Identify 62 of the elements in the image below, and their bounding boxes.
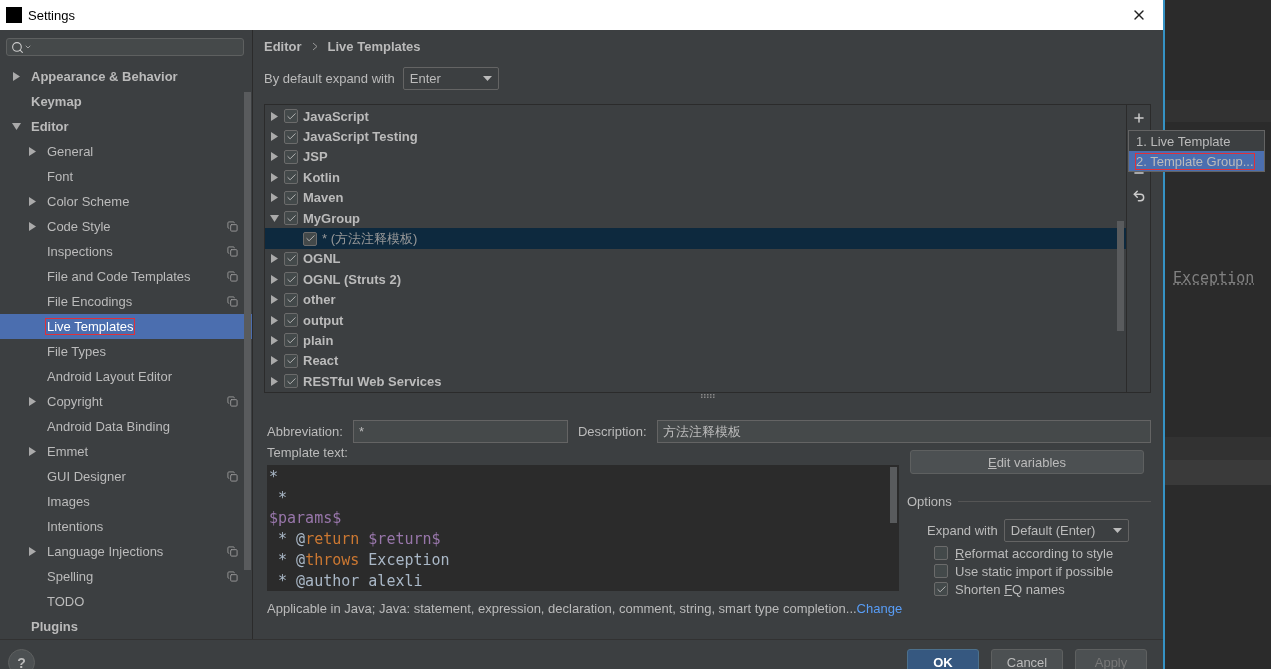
sidebar-item[interactable]: File Types [0,339,252,364]
checkbox-label[interactable]: Use static import if possible [955,563,1114,579]
template-row[interactable]: OGNL (Struts 2) [265,269,1126,290]
dialog-button[interactable]: Cancel [991,649,1063,669]
sidebar-item[interactable]: Spelling [0,564,252,589]
template-row[interactable]: plain [265,330,1126,351]
sidebar-item[interactable]: Color Scheme [0,189,252,214]
options-heading: Options [907,494,952,509]
sidebar-item[interactable]: Appearance & Behavior [0,64,252,89]
template-text-label: Template text: [267,445,349,460]
template-row[interactable]: React [265,350,1126,372]
template-text-editor[interactable]: * * $params$ * @return $return$ * @throws Exception * @author alexli [267,465,899,591]
sidebar-item[interactable]: Android Layout Editor [0,364,252,389]
template-row[interactable]: JavaScript Testing [265,126,1126,147]
sidebar-item[interactable]: Font [0,164,252,189]
template-row[interactable]: OGNL [265,248,1126,270]
menu-item[interactable]: 1. Live Template [1129,131,1264,151]
template-row[interactable]: RESTful Web Services [265,371,1126,392]
sidebar-item[interactable]: Android Data Binding [0,414,252,439]
sidebar-item[interactable]: Keymap [0,89,252,114]
window-title: Settings [28,7,76,23]
sidebar-item[interactable]: Images [0,489,252,514]
dialog-button[interactable]: OK [907,649,979,669]
sidebar-item[interactable]: File Encodings [0,289,252,314]
expand-with-label: Expand with [927,523,998,538]
template-row[interactable]: other [265,289,1126,310]
sidebar-item[interactable]: GUI Designer [0,464,252,489]
sidebar-item[interactable]: TODO [0,589,252,614]
sidebar-item[interactable]: Emmet [0,439,252,464]
expand-dropdown[interactable]: Enter [402,67,499,90]
breadcrumb-item: Live Templates [327,38,421,54]
description-field[interactable]: 方法注释模板 [656,420,1151,443]
sidebar-item[interactable]: Copyright [0,389,252,414]
applicable-contexts-text: Applicable in Java; Java: statement, expression, declaration, comment, string, smart type completion... [267,601,857,616]
abbreviation-label: Abbreviation: [267,424,343,439]
breadcrumb-item: Editor [264,38,302,54]
template-row[interactable]: output [265,309,1126,331]
checkbox-label[interactable]: Shorten FQ names [955,581,1065,597]
sidebar-item[interactable]: General [0,139,252,164]
expand-with-label: By default expand with [264,71,395,86]
edit-variables-button[interactable]: Edit variables [910,450,1144,474]
sidebar-item[interactable]: Editor [0,114,252,139]
sidebar-item[interactable]: Intentions [0,514,252,539]
template-row[interactable]: MyGroup [265,207,1126,229]
sidebar-item[interactable]: Live Templates [0,314,252,339]
abbreviation-field[interactable]: * [352,420,568,443]
sidebar-item[interactable]: File and Code Templates [0,264,252,289]
template-row[interactable]: JavaScript [265,106,1126,127]
code-text: Exception [1173,269,1255,287]
change-link[interactable]: Change [856,601,903,616]
sidebar-item[interactable]: Code Style [0,214,252,239]
template-row[interactable]: Maven [265,187,1126,208]
sidebar-item[interactable]: Plugins [0,614,252,639]
expand-with-dropdown[interactable]: Default (Enter) [1003,519,1129,542]
sidebar-item[interactable]: Language Injections [0,539,252,564]
template-row[interactable]: JSP [265,146,1126,168]
description-label: Description: [577,424,647,439]
help-button[interactable]: ? [8,649,35,669]
sidebar-item[interactable]: Inspections [0,239,252,264]
template-row[interactable]: * (方法注释模板) [265,228,1126,249]
checkbox-label[interactable]: Reformat according to style [955,545,1114,561]
template-row[interactable]: Kotlin [265,167,1126,188]
